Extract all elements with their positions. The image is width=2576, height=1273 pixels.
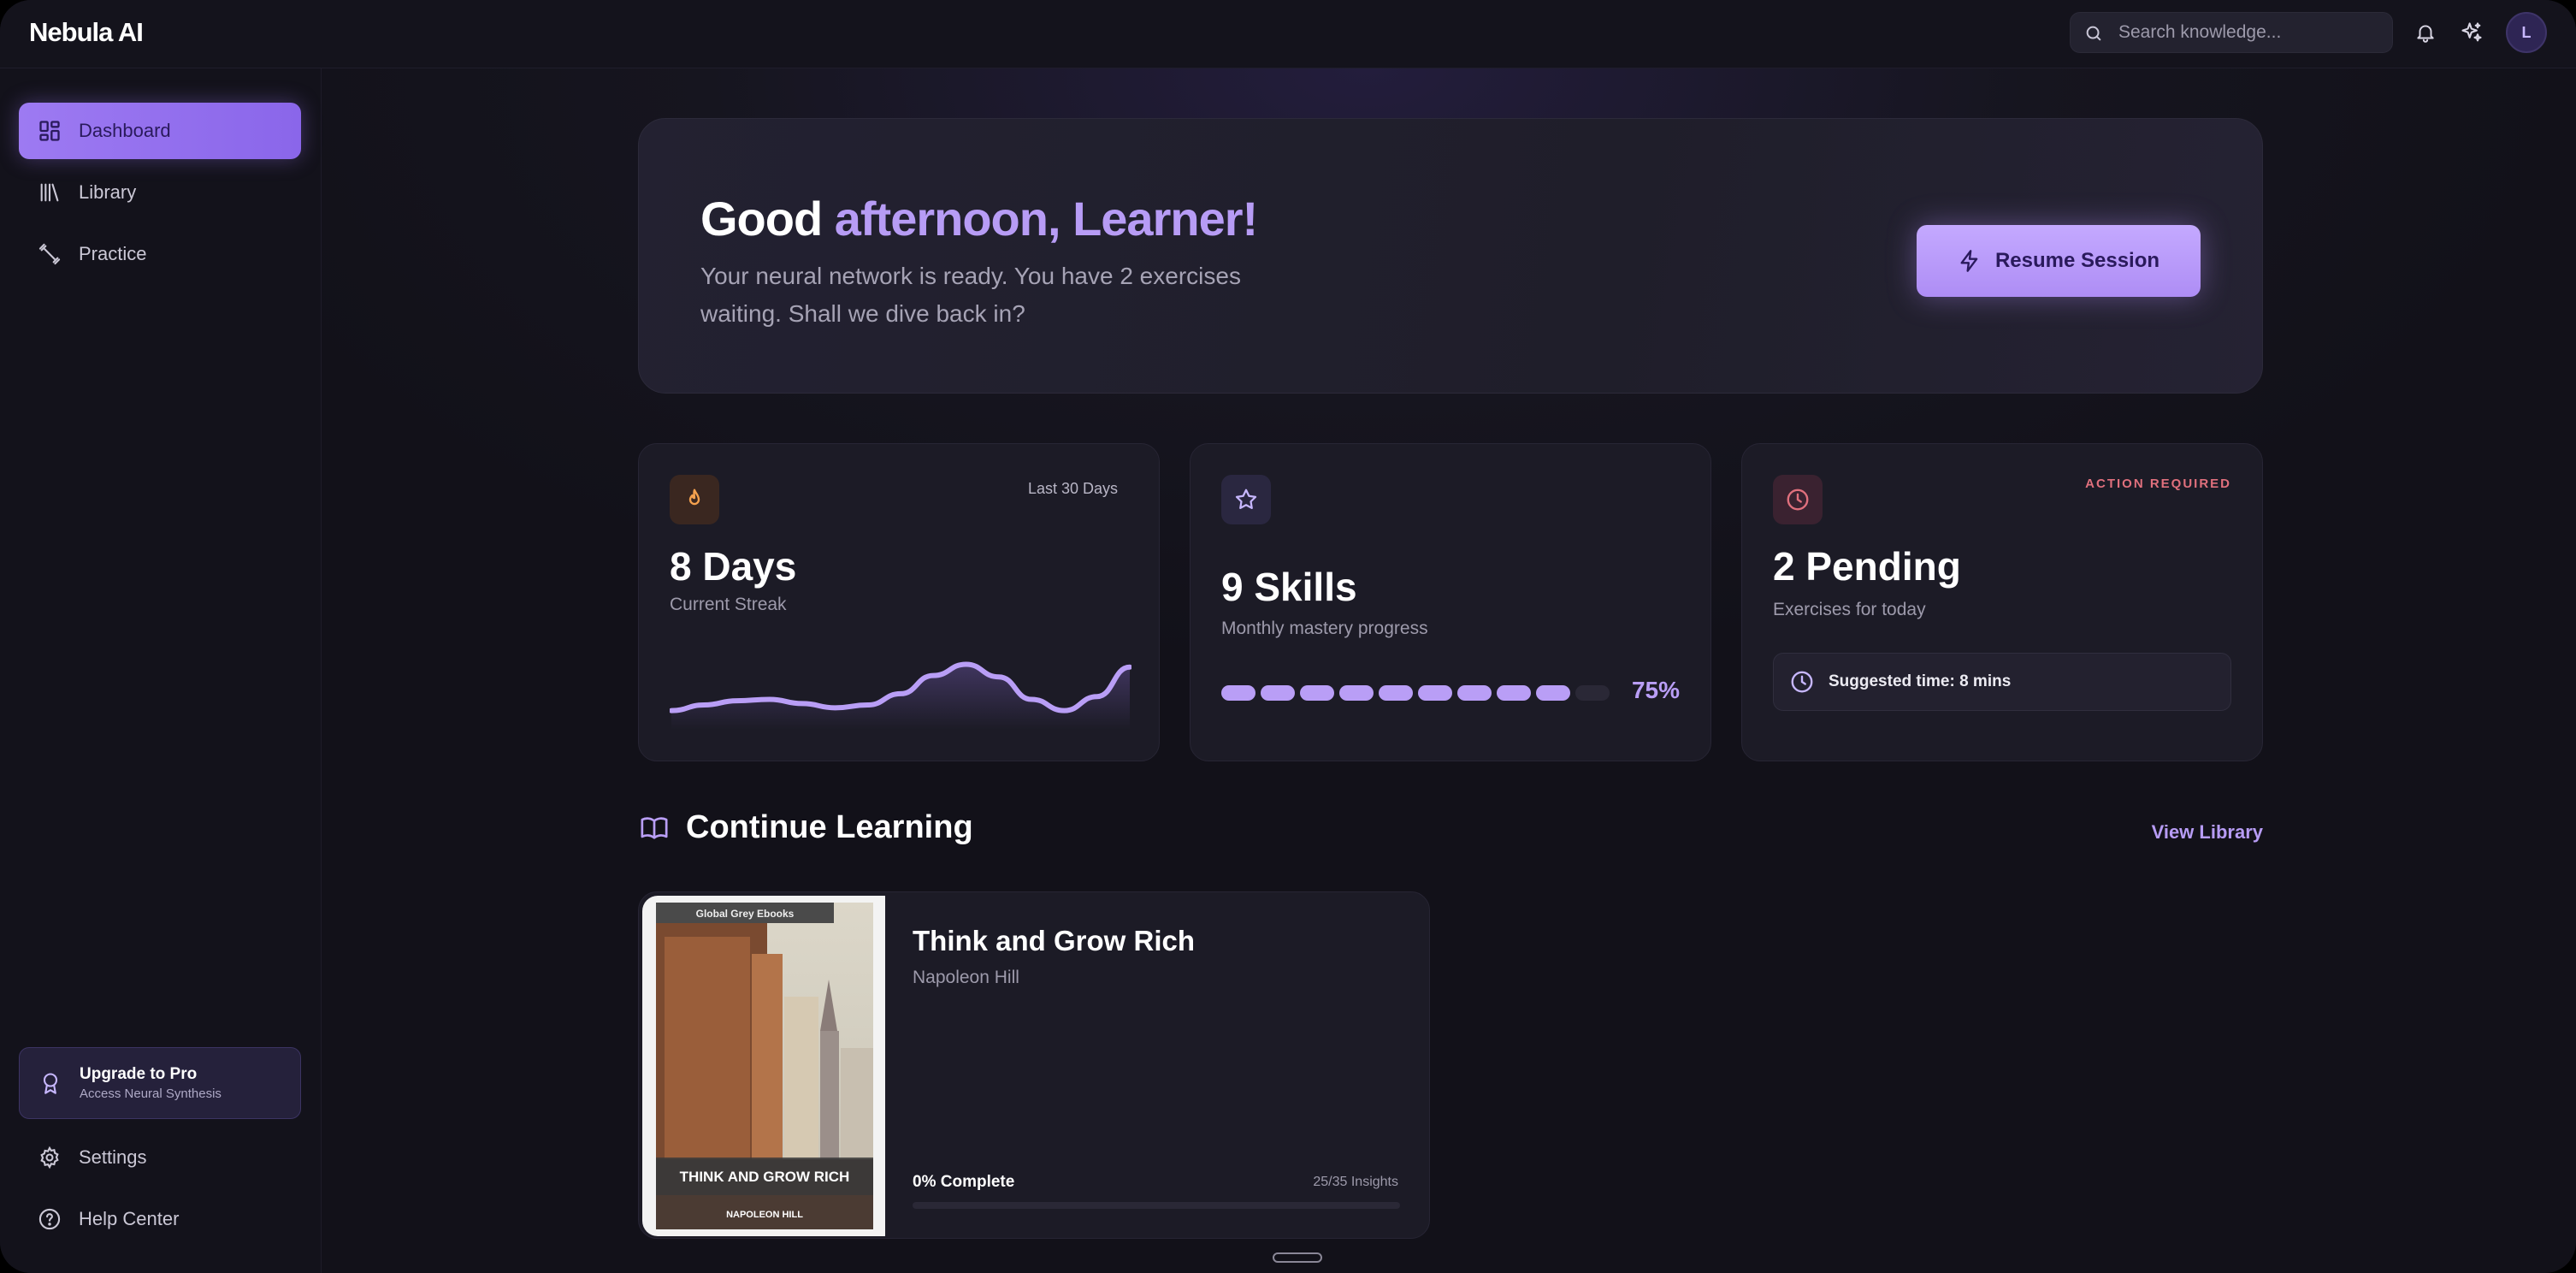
sparkles-icon[interactable] bbox=[2458, 19, 2485, 46]
book-cover-art: Global Grey Ebooks THINK AND GROW RICH N… bbox=[656, 903, 873, 1229]
lightning-icon bbox=[1960, 250, 1978, 272]
skills-percent: 75% bbox=[1631, 677, 1680, 703]
skills-progress-segment bbox=[1261, 685, 1295, 701]
greeting-accent: afternoon, Learner! bbox=[834, 192, 1258, 246]
avatar[interactable]: L bbox=[2506, 12, 2547, 53]
welcome-message: Your neural network is ready. You have 2… bbox=[700, 263, 1241, 327]
streak-value: 8 Days bbox=[670, 544, 797, 589]
section-title: Continue Learning bbox=[686, 809, 973, 845]
search-input[interactable] bbox=[2118, 13, 2384, 52]
skills-progress-segment bbox=[1221, 685, 1256, 701]
sidebar-item-practice[interactable]: Practice bbox=[19, 226, 301, 282]
book-insights: 25/35 Insights bbox=[1313, 1175, 1398, 1189]
sidebar-item-dashboard[interactable]: Dashboard bbox=[19, 103, 301, 159]
book-cover: Global Grey Ebooks THINK AND GROW RICH N… bbox=[642, 896, 885, 1236]
book-progress-label: 0% Complete bbox=[913, 1173, 1015, 1191]
app-window: Nebula AI L Dashboard Library Practice bbox=[0, 0, 2576, 1273]
greeting: Good afternoon, Learner! bbox=[700, 191, 1258, 246]
skills-progress-segment bbox=[1418, 685, 1452, 701]
award-icon bbox=[43, 1073, 58, 1094]
upgrade-title: Upgrade to Pro bbox=[80, 1065, 198, 1083]
greeting-prefix: Good bbox=[700, 192, 823, 246]
sidebar: Dashboard Library Practice Upgrade to Pr… bbox=[0, 68, 322, 1273]
cover-author: NAPOLEON HILL bbox=[726, 1210, 803, 1220]
skills-progress-segment bbox=[1457, 685, 1492, 701]
sidebar-item-library[interactable]: Library bbox=[19, 164, 301, 221]
skills-progress-segment bbox=[1300, 685, 1334, 701]
pending-value: 2 Pending bbox=[1773, 544, 1961, 589]
skills-progress-segment bbox=[1339, 685, 1374, 701]
welcome-banner: Good afternoon, Learner! Your neural net… bbox=[638, 118, 2263, 394]
search-icon bbox=[2086, 26, 2101, 41]
suggested-time-label: Suggested time: 8 mins bbox=[1829, 672, 2012, 690]
bell-icon[interactable] bbox=[2412, 19, 2439, 46]
skills-progress-segment bbox=[1536, 685, 1570, 701]
top-bar: Nebula AI L bbox=[0, 0, 2576, 68]
view-library-link[interactable]: View Library bbox=[2152, 821, 2263, 844]
upgrade-card[interactable]: Upgrade to Pro Access Neural Synthesis bbox=[19, 1047, 301, 1119]
brand-logo[interactable]: Nebula AI bbox=[29, 17, 144, 48]
scroll-handle[interactable] bbox=[1273, 1252, 1322, 1263]
clock-icon bbox=[1773, 475, 1823, 524]
book-card[interactable]: Global Grey Ebooks THINK AND GROW RICH N… bbox=[638, 891, 1430, 1239]
streak-sparkline bbox=[670, 661, 1131, 730]
sidebar-item-label: Practice bbox=[79, 243, 147, 264]
sidebar-item-settings[interactable]: Settings bbox=[19, 1129, 301, 1186]
flame-icon bbox=[670, 475, 719, 524]
action-required-badge: ACTION REQUIRED bbox=[2085, 477, 2231, 491]
sparkline-area bbox=[671, 664, 1130, 730]
sidebar-item-label: Help Center bbox=[79, 1208, 180, 1229]
clock-icon bbox=[1791, 671, 1813, 693]
search-box[interactable] bbox=[2070, 12, 2393, 53]
skills-value: 9 Skills bbox=[1221, 565, 1357, 609]
sidebar-item-label: Dashboard bbox=[79, 120, 171, 141]
skills-label: Monthly mastery progress bbox=[1221, 619, 1428, 638]
pending-label: Exercises for today bbox=[1773, 600, 1926, 619]
resume-session-label: Resume Session bbox=[1994, 249, 2160, 272]
sidebar-item-label: Settings bbox=[79, 1146, 147, 1168]
resume-session-button[interactable]: Resume Session bbox=[1917, 225, 2201, 297]
streak-label: Current Streak bbox=[670, 595, 787, 614]
suggested-time: Suggested time: 8 mins bbox=[1773, 653, 2231, 711]
sidebar-item-label: Library bbox=[79, 181, 137, 203]
skills-card: 9 Skills Monthly mastery progress 75% bbox=[1190, 443, 1711, 761]
book-progress-bar bbox=[913, 1202, 1400, 1209]
help-icon bbox=[38, 1208, 61, 1230]
cover-title: THINK AND GROW RICH bbox=[680, 1169, 850, 1185]
section-heading: Continue Learning bbox=[638, 809, 973, 846]
star-icon bbox=[1221, 475, 1271, 524]
skills-progress-segment bbox=[1575, 685, 1610, 701]
book-author: Napoleon Hill bbox=[913, 968, 1019, 987]
grid-icon bbox=[39, 121, 60, 141]
cover-publisher: Global Grey Ebooks bbox=[696, 908, 795, 920]
skills-progress-segment bbox=[1497, 685, 1531, 701]
streak-period: Last 30 Days bbox=[1027, 480, 1118, 497]
book-title: Think and Grow Rich bbox=[913, 925, 1196, 956]
gear-icon bbox=[40, 1146, 59, 1169]
streak-card: Last 30 Days 8 Days Current Streak bbox=[638, 443, 1160, 761]
pending-card: ACTION REQUIRED 2 Pending Exercises for … bbox=[1741, 443, 2263, 761]
sidebar-item-help[interactable]: Help Center bbox=[19, 1191, 301, 1247]
library-icon bbox=[40, 183, 59, 202]
dumbbell-icon bbox=[38, 243, 61, 265]
book-open-icon bbox=[641, 816, 668, 839]
skills-progress-segment bbox=[1379, 685, 1413, 701]
upgrade-subtitle: Access Neural Synthesis bbox=[80, 1086, 222, 1101]
